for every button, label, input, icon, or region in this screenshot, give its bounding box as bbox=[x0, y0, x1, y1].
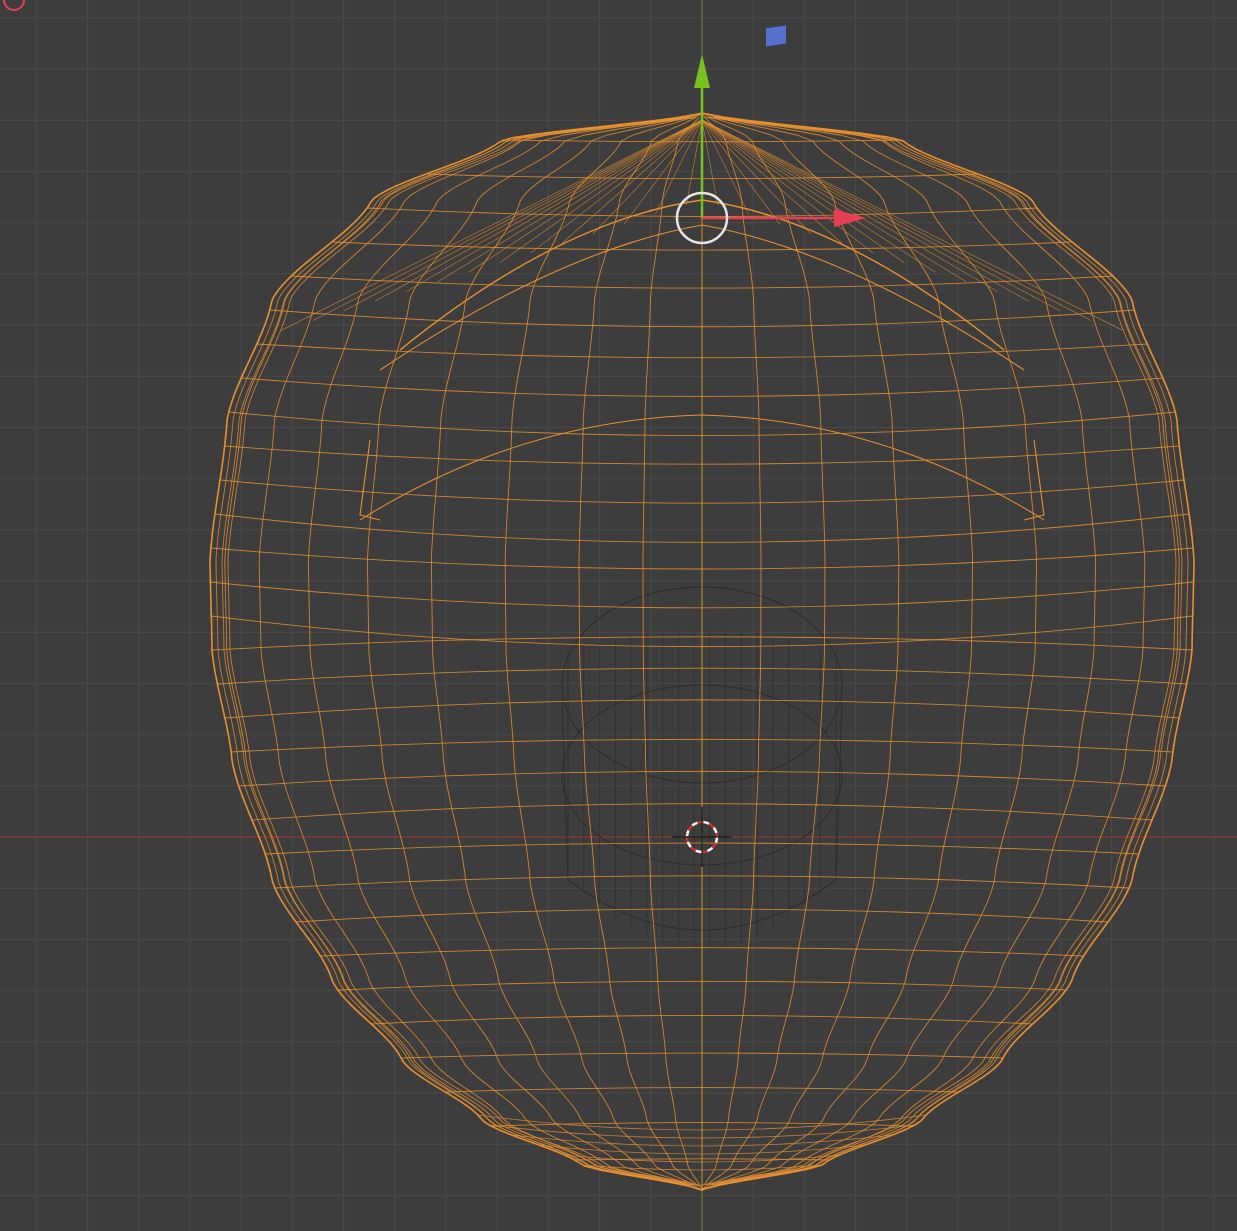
mesh-meridian bbox=[714, 116, 1038, 1186]
head-mesh-wireframe[interactable] bbox=[209, 111, 1195, 1191]
mesh-cap-edge bbox=[701, 119, 874, 254]
mesh-cap-edge bbox=[701, 119, 998, 292]
mesh-cap-edge bbox=[701, 119, 1060, 312]
3d-cursor-icon[interactable] bbox=[672, 807, 732, 867]
gizmo-z-handle[interactable] bbox=[766, 25, 786, 47]
mesh-meridian bbox=[718, 116, 1146, 1186]
mesh-meridian bbox=[642, 116, 701, 1186]
mesh-cap-edge bbox=[701, 119, 781, 225]
navigation-gizmo-icon[interactable] bbox=[0, 0, 26, 14]
3d-viewport[interactable] bbox=[0, 0, 1237, 1231]
viewport-canvas[interactable] bbox=[0, 0, 1237, 1231]
gizmo-y-arrow[interactable] bbox=[694, 54, 710, 88]
mesh-cap-edge bbox=[281, 119, 703, 331]
mesh-meridian bbox=[703, 116, 762, 1186]
mesh-meridian bbox=[307, 116, 688, 1186]
mesh-meridian bbox=[258, 116, 686, 1186]
mesh-cap-edge bbox=[344, 119, 703, 312]
mesh-cap-edge bbox=[530, 119, 703, 254]
mesh-cap-edge bbox=[406, 119, 703, 292]
mesh-meridian bbox=[716, 116, 1097, 1186]
mesh-meridian bbox=[578, 116, 698, 1186]
mesh-cap-edge bbox=[701, 119, 1123, 331]
mesh-meridian bbox=[366, 116, 690, 1186]
mesh-cap-edge bbox=[623, 119, 703, 225]
mesh-meridian bbox=[706, 116, 826, 1186]
